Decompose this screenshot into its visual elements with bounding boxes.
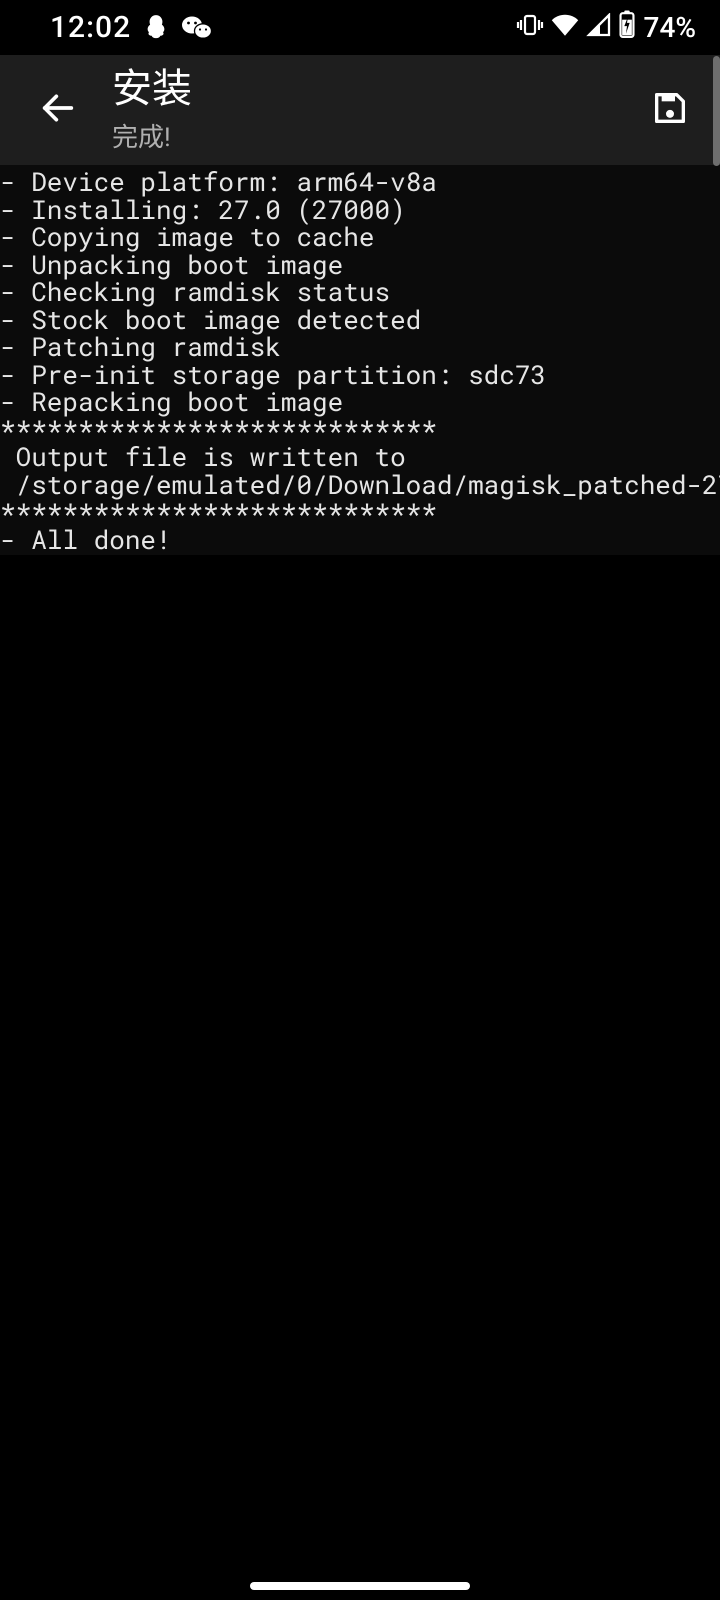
scrollbar-indicator — [713, 56, 720, 166]
app-bar-titles: 安装 完成! — [112, 67, 640, 154]
back-button[interactable] — [28, 80, 88, 140]
install-log-output[interactable]: - Device platform: arm64-v8a- Installing… — [0, 165, 720, 555]
log-line: - All done! — [0, 527, 720, 555]
status-left: 12:02 — [50, 10, 213, 45]
clock: 12:02 — [50, 10, 131, 45]
vibrate-icon — [516, 11, 544, 44]
battery-charging-icon — [618, 10, 636, 45]
page-title: 安装 — [112, 67, 640, 111]
gesture-nav-handle[interactable] — [250, 1582, 470, 1590]
wifi-icon — [550, 11, 580, 44]
save-log-button[interactable] — [640, 80, 700, 140]
status-right: 74% — [516, 10, 696, 45]
qq-notification-icon — [143, 13, 169, 43]
battery-percent: 74% — [644, 11, 696, 44]
cellular-signal-icon — [586, 11, 612, 44]
wechat-notification-icon — [181, 14, 213, 42]
page-subtitle: 完成! — [112, 117, 640, 154]
save-icon — [650, 88, 690, 132]
status-bar: 12:02 — [0, 0, 720, 55]
arrow-back-icon — [38, 88, 78, 132]
app-bar: 安装 完成! — [0, 55, 720, 165]
